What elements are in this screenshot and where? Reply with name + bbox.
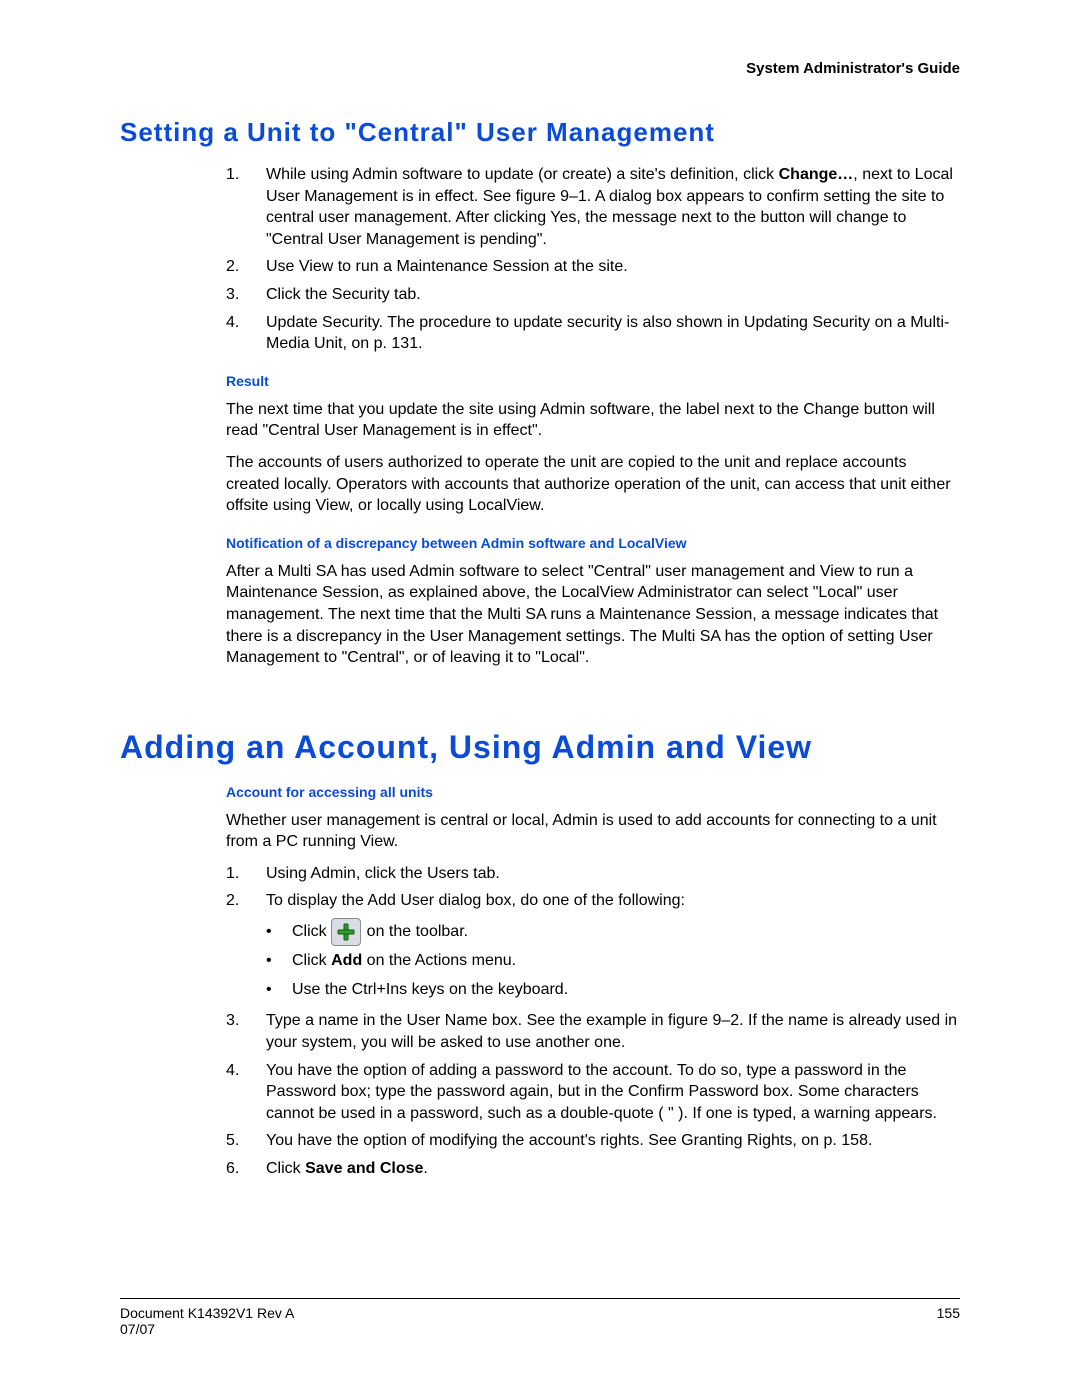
list-item: Click Add on the Actions menu.	[266, 947, 960, 976]
section1-steps: 1. While using Admin software to update …	[226, 164, 960, 669]
discrepancy-paragraph: After a Multi SA has used Admin software…	[226, 561, 960, 669]
list-item: 1. Using Admin, click the Users tab.	[226, 863, 960, 885]
sub-bullets: Click on the toolbar. Click Add on the A…	[266, 918, 960, 1004]
section2-body: Account for accessing all units Whether …	[226, 784, 960, 1180]
list-item: 3. Type a name in the User Name box. See…	[226, 1010, 960, 1053]
page-footer: Document K14392V1 Rev A 155 07/07	[120, 1298, 960, 1337]
section-title-central: Setting a Unit to "Central" User Managem…	[120, 117, 960, 148]
footer-date: 07/07	[120, 1321, 960, 1337]
discrepancy-heading: Notification of a discrepancy between Ad…	[226, 535, 960, 551]
list-item: 2. To display the Add User dialog box, d…	[226, 890, 960, 912]
list-item: Use the Ctrl+Ins keys on the keyboard.	[266, 976, 960, 1005]
list-item: 5. You have the option of modifying the …	[226, 1130, 960, 1152]
result-paragraph: The next time that you update the site u…	[226, 399, 960, 442]
result-paragraph: The accounts of users authorized to oper…	[226, 452, 960, 517]
footer-doc-id: Document K14392V1 Rev A	[120, 1305, 294, 1321]
list-item: 4. Update Security. The procedure to upd…	[226, 312, 960, 355]
add-icon	[331, 918, 361, 946]
account-all-units-heading: Account for accessing all units	[226, 784, 960, 800]
list-item: Click on the toolbar.	[266, 918, 960, 947]
intro-paragraph: Whether user management is central or lo…	[226, 810, 960, 853]
list-item: 4. You have the option of adding a passw…	[226, 1060, 960, 1125]
document-page: System Administrator's Guide Setting a U…	[0, 0, 1080, 1397]
footer-page-number: 155	[937, 1305, 960, 1321]
footer-divider	[120, 1298, 960, 1299]
result-heading: Result	[226, 373, 960, 389]
section-title-adding-account: Adding an Account, Using Admin and View	[120, 729, 960, 766]
list-item: 1. While using Admin software to update …	[226, 164, 960, 250]
list-item: 6. Click Save and Close.	[226, 1158, 960, 1180]
list-item: 3. Click the Security tab.	[226, 284, 960, 306]
document-header: System Administrator's Guide	[120, 60, 960, 77]
list-item: 2. Use View to run a Maintenance Session…	[226, 256, 960, 278]
